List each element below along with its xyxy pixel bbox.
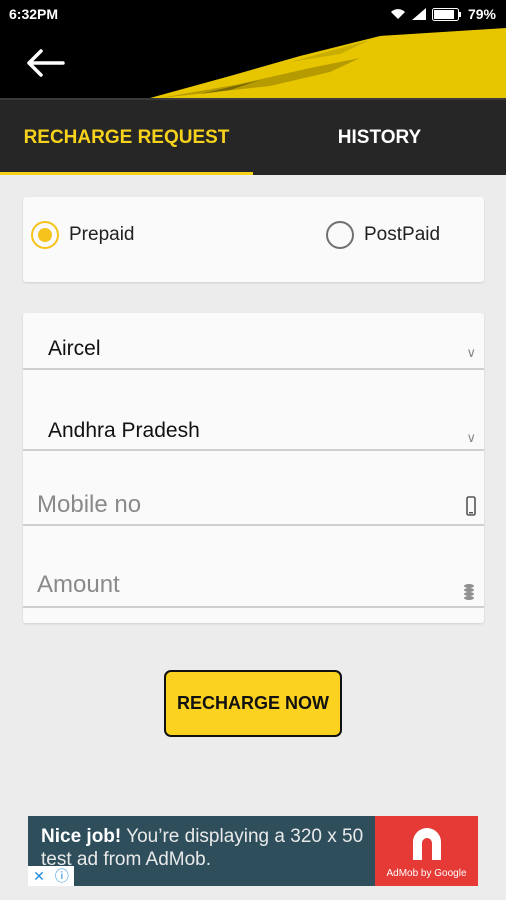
recharge-form-card: Aircel ∨ Andhra Pradesh ∨ Mobile no Amou…: [23, 313, 484, 623]
tab-history[interactable]: HISTORY: [253, 100, 506, 175]
back-button[interactable]: [18, 42, 72, 84]
radio-checked-icon: [31, 221, 59, 249]
signal-icon: [411, 8, 426, 20]
admob-logo-icon: [413, 828, 441, 860]
phone-icon: [466, 496, 476, 516]
ad-controls: ✕ ⓘ: [28, 866, 74, 886]
chevron-down-icon: ∨: [466, 430, 476, 445]
operator-value: Aircel: [48, 337, 101, 360]
coins-icon: [464, 584, 474, 600]
amount-placeholder: Amount: [37, 571, 120, 598]
radio-prepaid-label: Prepaid: [69, 224, 135, 245]
tab-recharge-request[interactable]: RECHARGE REQUEST: [0, 100, 253, 175]
recharge-now-button[interactable]: RECHARGE NOW: [164, 670, 342, 737]
plan-type-card: Prepaid PostPaid: [23, 197, 484, 282]
radio-unchecked-icon: [326, 221, 354, 249]
yellow-brush-swoosh: [150, 28, 506, 98]
ad-text: Nice job! You’re displaying a 320 x 50 t…: [41, 825, 381, 871]
tab-bar: RECHARGE REQUEST HISTORY: [0, 98, 506, 175]
radio-postpaid[interactable]: PostPaid: [326, 221, 440, 249]
chevron-down-icon: ∨: [466, 345, 476, 360]
wifi-icon: [390, 9, 405, 19]
radio-prepaid[interactable]: Prepaid: [31, 221, 135, 249]
mobile-placeholder: Mobile no: [37, 491, 142, 518]
ad-headline: Nice job!: [41, 826, 122, 847]
mobile-number-input[interactable]: Mobile no: [23, 471, 484, 526]
close-icon[interactable]: ✕: [33, 868, 45, 885]
admob-banner[interactable]: Nice job! You’re displaying a 320 x 50 t…: [28, 816, 478, 886]
circle-select[interactable]: Andhra Pradesh ∨: [23, 393, 484, 451]
info-icon[interactable]: ⓘ: [55, 866, 69, 886]
admob-logo: AdMob by Google: [375, 816, 478, 886]
toolbar: [0, 28, 506, 98]
battery-percent: 79%: [467, 6, 496, 22]
battery-icon: [431, 7, 461, 21]
circle-value: Andhra Pradesh: [48, 419, 200, 442]
status-bar: 6:32PM 79%: [0, 0, 506, 28]
amount-input[interactable]: Amount: [23, 553, 484, 608]
radio-postpaid-label: PostPaid: [364, 224, 441, 245]
arrow-left-icon: [27, 49, 65, 77]
operator-select[interactable]: Aircel ∨: [23, 313, 484, 370]
admob-logo-text: AdMob by Google: [386, 868, 467, 879]
active-tab-indicator: [0, 172, 253, 175]
status-time: 6:32PM: [9, 6, 59, 22]
